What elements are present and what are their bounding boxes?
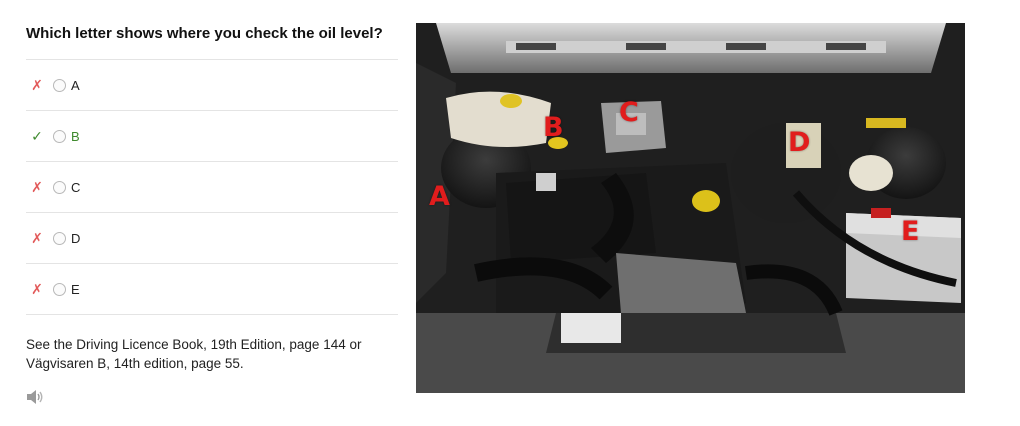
answer-option-d[interactable]: ✗ D [26,212,398,263]
radio-button[interactable] [53,180,66,194]
answer-label: B [71,128,80,144]
radio-button[interactable] [53,78,66,92]
answer-label: E [71,281,80,297]
wrong-mark-icon: ✗ [31,76,43,93]
image-label-e: E [901,216,920,247]
image-label-b: B [543,112,564,143]
engine-bay-photo: A B C D E [416,23,965,393]
radio-button[interactable] [53,282,66,296]
radio-button[interactable] [53,129,66,143]
question-text: Which letter shows where you check the o… [26,25,383,42]
wrong-mark-icon: ✗ [31,178,43,195]
speaker-icon[interactable] [26,389,44,405]
answer-option-c[interactable]: ✗ C [26,161,398,212]
answer-label: A [71,77,80,93]
answer-list: ✗ A ✓ B ✗ C ✗ D ✗ E [26,59,398,315]
answer-label: C [71,179,81,195]
answer-option-b[interactable]: ✓ B [26,110,398,161]
check-mark-icon: ✓ [31,127,43,144]
image-label-a: A [429,181,450,212]
image-label-c: C [619,97,639,128]
image-label-d: D [788,127,811,158]
wrong-mark-icon: ✗ [31,280,43,297]
answer-option-a[interactable]: ✗ A [26,59,398,110]
answer-option-e[interactable]: ✗ E [26,263,398,315]
wrong-mark-icon: ✗ [31,229,43,246]
answer-label: D [71,230,81,246]
reference-text: See the Driving Licence Book, 19th Editi… [26,337,362,371]
radio-button[interactable] [53,231,66,245]
